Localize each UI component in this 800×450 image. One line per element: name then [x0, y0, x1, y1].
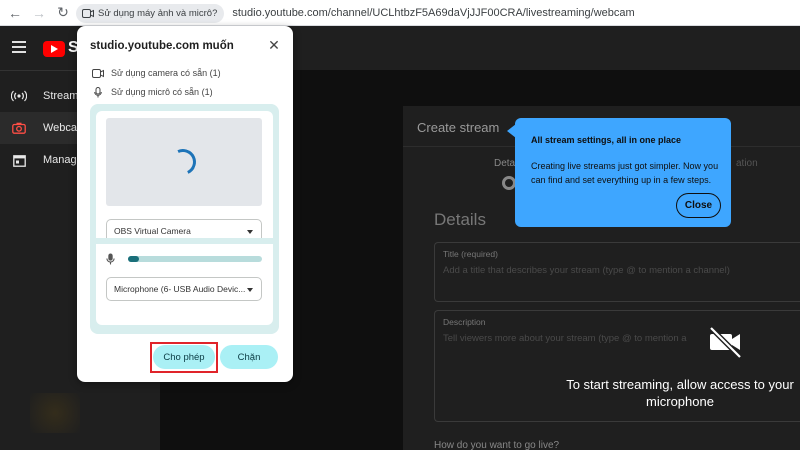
- microphone-icon: [106, 253, 115, 265]
- mic-level-fill: [128, 256, 139, 262]
- mic-level-meter: [106, 253, 262, 265]
- mic-permission-label: Sử dụng micrô có sẵn (1): [111, 87, 213, 97]
- divider: [96, 238, 273, 244]
- permission-chip-label: Sử dụng máy ảnh và micrô?: [98, 7, 218, 19]
- stream-permission-message: To start streaming, allow access to your…: [566, 377, 794, 409]
- microphone-icon: [91, 86, 105, 98]
- calendar-icon: [11, 152, 27, 168]
- chevron-down-icon: [247, 288, 253, 292]
- url-text[interactable]: studio.youtube.com/channel/UCLhtbzF5A69d…: [232, 7, 634, 19]
- camera-permission-chip[interactable]: Sử dụng máy ảnh và micrô?: [76, 3, 225, 23]
- camera-permission-row: Sử dụng camera có sẵn (1): [91, 67, 221, 79]
- mic-permission-row: Sử dụng micrô có sẵn (1): [91, 86, 213, 98]
- close-icon[interactable]: ✕: [266, 37, 282, 53]
- allow-button[interactable]: Cho phép: [153, 345, 215, 369]
- camera-permission-label: Sử dụng camera có sẵn (1): [111, 68, 221, 78]
- camera-icon: [11, 120, 27, 136]
- description-placeholder: Tell viewers more about your stream (typ…: [443, 333, 687, 344]
- tooltip-title: All stream settings, all in one place: [531, 135, 682, 145]
- menu-icon[interactable]: [12, 41, 26, 53]
- title-field-label: Title (required): [443, 249, 498, 259]
- camera-icon: [91, 67, 105, 79]
- camera-icon: [82, 8, 94, 18]
- panel-title: Create stream: [417, 120, 500, 135]
- reload-icon[interactable]: ↻: [54, 4, 72, 22]
- go-live-question: How do you want to go live?: [434, 440, 560, 450]
- onboarding-tooltip: All stream settings, all in one place Cr…: [507, 118, 731, 227]
- device-card: OBS Virtual Camera Microphone (6- USB Au…: [96, 111, 273, 325]
- camera-select-value: OBS Virtual Camera: [114, 226, 191, 236]
- sidebar-item-label: Stream: [43, 90, 79, 102]
- step-right-label: ation: [736, 158, 758, 169]
- mic-level-track: [128, 256, 262, 262]
- microphone-select[interactable]: Microphone (6- USB Audio Devic...: [106, 277, 262, 301]
- back-icon[interactable]: ←: [6, 4, 24, 22]
- device-panel: OBS Virtual Camera Microphone (6- USB Au…: [90, 104, 279, 334]
- title-field[interactable]: Title (required) Add a title that descri…: [434, 242, 800, 302]
- block-button[interactable]: Chặn: [220, 345, 278, 369]
- browser-toolbar: ← → ↻ Sử dụng máy ảnh và micrô? studio.y…: [0, 0, 800, 26]
- microphone-select-value: Microphone (6- USB Audio Devic...: [114, 284, 246, 294]
- decorative-glow: [30, 393, 80, 433]
- dialog-heading: studio.youtube.com muốn: [90, 40, 234, 52]
- forward-icon[interactable]: →: [30, 4, 48, 22]
- chevron-down-icon: [247, 230, 253, 234]
- step-indicator: [502, 176, 516, 190]
- camera-off-icon: [707, 326, 743, 363]
- camera-preview: [106, 118, 262, 206]
- address-bar[interactable]: Sử dụng máy ảnh và micrô? studio.youtube…: [76, 3, 796, 23]
- title-field-placeholder: Add a title that describes your stream (…: [443, 265, 730, 276]
- broadcast-icon: [11, 88, 27, 104]
- description-label: Description: [443, 317, 486, 327]
- step-details-label: Detai: [494, 158, 518, 169]
- loading-spinner-icon: [166, 145, 200, 179]
- permission-dialog: studio.youtube.com muốn ✕ Sử dụng camera…: [77, 26, 293, 382]
- youtube-logo-icon[interactable]: [43, 41, 65, 57]
- tooltip-body: Creating live streams just got simpler. …: [531, 161, 719, 185]
- details-heading: Details: [434, 210, 486, 229]
- tooltip-close-button[interactable]: Close: [676, 193, 721, 218]
